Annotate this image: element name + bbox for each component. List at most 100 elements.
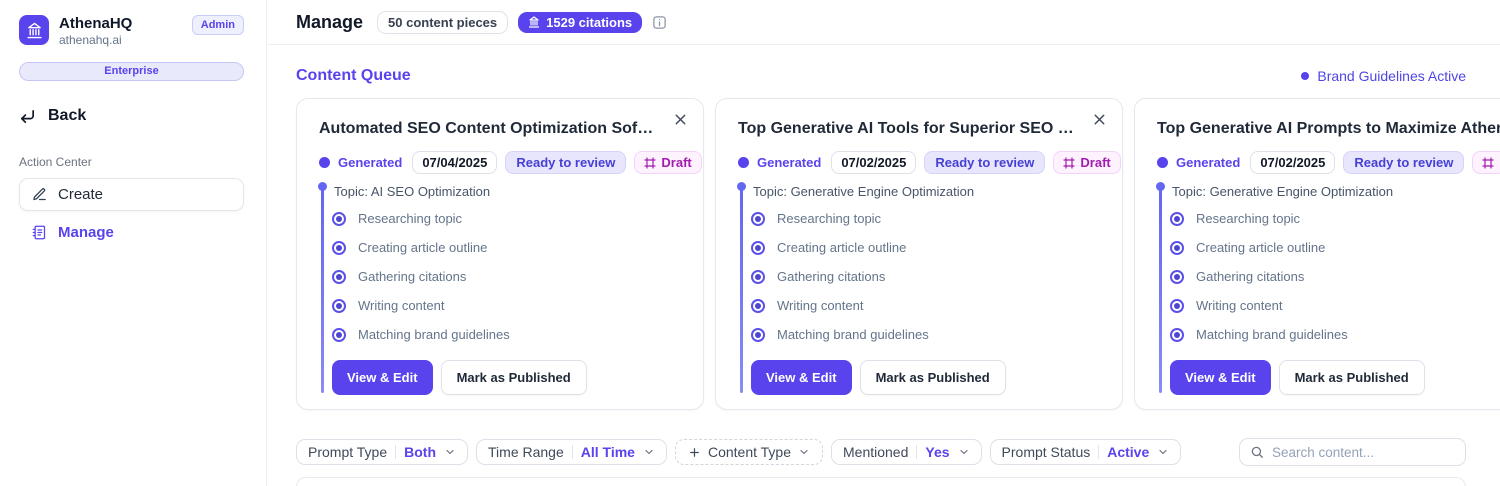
status-dot-icon bbox=[1301, 72, 1309, 80]
card-timeline: Topic: Generative Engine Optimization Re… bbox=[738, 184, 1100, 395]
results-panel-top bbox=[296, 477, 1466, 486]
step-radio-icon bbox=[1170, 212, 1184, 226]
step-row: Writing content bbox=[332, 299, 681, 313]
step-radio-icon bbox=[1170, 328, 1184, 342]
card-title: Automated SEO Content Optimization Softw… bbox=[319, 119, 681, 139]
admin-badge: Admin bbox=[192, 15, 244, 35]
citations-count: 1529 citations bbox=[546, 14, 632, 31]
chevron-down-icon bbox=[643, 446, 655, 458]
step-radio-icon bbox=[751, 328, 765, 342]
prompt-status-filter[interactable]: Prompt Status Active bbox=[990, 439, 1182, 465]
back-button[interactable]: Back bbox=[19, 107, 244, 125]
steps-list: Researching topic Creating article outli… bbox=[332, 212, 681, 342]
plus-icon bbox=[688, 446, 701, 459]
content-card: Top Generative AI Prompts to Maximize At… bbox=[1134, 98, 1500, 410]
prompt-type-filter[interactable]: Prompt Type Both bbox=[296, 439, 468, 465]
chevron-down-icon bbox=[1157, 446, 1169, 458]
card-title: Top Generative AI Prompts to Maximize At… bbox=[1157, 119, 1500, 139]
card-timeline: Topic: Generative Engine Optimization Re… bbox=[1157, 184, 1500, 395]
draft-badge: Draft bbox=[1472, 151, 1500, 174]
view-edit-button[interactable]: View & Edit bbox=[751, 360, 852, 395]
search-icon bbox=[1250, 445, 1264, 459]
mark-published-button[interactable]: Mark as Published bbox=[441, 360, 587, 395]
card-badges: Generated 07/04/2025 Ready to review Dra… bbox=[319, 151, 681, 174]
content-pieces-badge: 50 content pieces bbox=[377, 11, 508, 34]
step-row: Matching brand guidelines bbox=[1170, 328, 1500, 342]
draft-badge: Draft bbox=[634, 151, 701, 174]
card-badges: Generated 07/02/2025 Ready to review Dra… bbox=[738, 151, 1100, 174]
topic-label: Topic: Generative Engine Optimization bbox=[1172, 184, 1500, 200]
landmark-icon bbox=[528, 16, 540, 28]
card-actions: View & Edit Mark as Published bbox=[751, 360, 1100, 395]
divider bbox=[572, 445, 573, 459]
ready-to-review-badge: Ready to review bbox=[1343, 151, 1464, 174]
step-row: Researching topic bbox=[751, 212, 1100, 226]
frame-icon bbox=[644, 157, 656, 169]
step-radio-icon bbox=[1170, 270, 1184, 284]
card-timeline: Topic: AI SEO Optimization Researching t… bbox=[319, 184, 681, 395]
step-row: Creating article outline bbox=[1170, 241, 1500, 255]
chevron-down-icon bbox=[798, 446, 810, 458]
back-arrow-icon bbox=[19, 108, 36, 125]
content-card: Automated SEO Content Optimization Softw… bbox=[296, 98, 704, 410]
card-actions: View & Edit Mark as Published bbox=[332, 360, 681, 395]
generated-label: Generated bbox=[1176, 155, 1240, 170]
generated-label: Generated bbox=[338, 155, 402, 170]
step-radio-icon bbox=[751, 241, 765, 255]
chevron-down-icon bbox=[444, 446, 456, 458]
content-queue-cards: Automated SEO Content Optimization Softw… bbox=[296, 98, 1500, 410]
mark-published-button[interactable]: Mark as Published bbox=[1279, 360, 1425, 395]
back-label: Back bbox=[48, 107, 86, 125]
frame-icon bbox=[1063, 157, 1075, 169]
topic-label: Topic: AI SEO Optimization bbox=[334, 184, 681, 200]
content-type-filter[interactable]: Content Type bbox=[675, 439, 823, 465]
date-badge: 07/04/2025 bbox=[412, 151, 497, 174]
steps-list: Researching topic Creating article outli… bbox=[751, 212, 1100, 342]
step-radio-icon bbox=[332, 212, 346, 226]
step-row: Gathering citations bbox=[751, 270, 1100, 284]
info-icon[interactable] bbox=[652, 15, 667, 30]
search-input[interactable] bbox=[1272, 445, 1455, 460]
sidebar-item-manage[interactable]: Manage bbox=[19, 224, 244, 241]
time-range-filter[interactable]: Time Range All Time bbox=[476, 439, 667, 465]
ready-to-review-badge: Ready to review bbox=[505, 151, 626, 174]
date-badge: 07/02/2025 bbox=[1250, 151, 1335, 174]
step-radio-icon bbox=[1170, 241, 1184, 255]
divider bbox=[395, 445, 396, 459]
pencil-icon bbox=[32, 187, 47, 202]
draft-label: Draft bbox=[661, 154, 691, 171]
step-row: Researching topic bbox=[332, 212, 681, 226]
brand-guidelines-status: Brand Guidelines Active bbox=[1301, 68, 1466, 84]
chevron-down-icon bbox=[958, 446, 970, 458]
generated-dot-icon bbox=[319, 157, 330, 168]
steps-list: Researching topic Creating article outli… bbox=[1170, 212, 1500, 342]
view-edit-button[interactable]: View & Edit bbox=[332, 360, 433, 395]
plan-badge: Enterprise bbox=[19, 62, 244, 81]
mark-published-button[interactable]: Mark as Published bbox=[860, 360, 1006, 395]
generated-dot-icon bbox=[1157, 157, 1168, 168]
step-row: Matching brand guidelines bbox=[751, 328, 1100, 342]
step-radio-icon bbox=[332, 270, 346, 284]
step-radio-icon bbox=[332, 328, 346, 342]
view-edit-button[interactable]: View & Edit bbox=[1170, 360, 1271, 395]
mentioned-filter[interactable]: Mentioned Yes bbox=[831, 439, 982, 465]
sidebar-item-create[interactable]: Create bbox=[19, 178, 244, 211]
step-row: Gathering citations bbox=[332, 270, 681, 284]
org-header: AthenaHQ athenahq.ai Admin bbox=[19, 15, 244, 48]
generated-dot-icon bbox=[738, 157, 749, 168]
athenahq-logo bbox=[19, 15, 49, 45]
step-radio-icon bbox=[751, 299, 765, 313]
landmark-icon bbox=[26, 22, 43, 39]
step-row: Matching brand guidelines bbox=[332, 328, 681, 342]
brand-status-label: Brand Guidelines Active bbox=[1317, 68, 1466, 84]
org-meta: AthenaHQ athenahq.ai bbox=[59, 15, 132, 48]
close-icon[interactable] bbox=[1091, 111, 1108, 128]
topic-label: Topic: Generative Engine Optimization bbox=[753, 184, 1100, 200]
card-badges: Generated 07/02/2025 Ready to review Dra… bbox=[1157, 151, 1500, 174]
close-icon[interactable] bbox=[672, 111, 689, 128]
filter-bar: Prompt Type Both Time Range All Time Con… bbox=[296, 438, 1466, 466]
step-row: Writing content bbox=[1170, 299, 1500, 313]
sidebar: AthenaHQ athenahq.ai Admin Enterprise Ba… bbox=[0, 0, 267, 486]
step-radio-icon bbox=[332, 241, 346, 255]
sidebar-item-label: Manage bbox=[58, 224, 114, 241]
